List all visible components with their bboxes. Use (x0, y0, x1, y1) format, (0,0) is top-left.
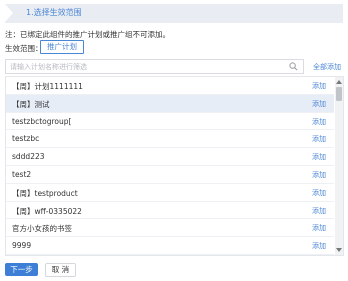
add-link[interactable]: 添加 (312, 188, 326, 198)
step-title: 1.选择生效范围 (26, 8, 82, 17)
add-link[interactable]: 添加 (312, 99, 326, 109)
step-header: 1.选择生效范围 (5, 4, 343, 23)
list-item-name: 9999 (12, 241, 32, 251)
list-item-name: test2 (12, 170, 32, 179)
list-item: 【周】计划1111111 添加 (6, 77, 334, 95)
list-item: test2 添加 (6, 166, 334, 184)
add-link[interactable]: 添加 (312, 152, 326, 162)
scroll-down-icon[interactable] (336, 248, 342, 252)
scope-tag[interactable]: 推广计划 (40, 40, 84, 54)
list-scrollbar[interactable] (335, 77, 343, 255)
list-item-name: 【周】测试 (12, 99, 50, 109)
scope-label: 生效范围： (5, 44, 43, 53)
list-item-name: testzbc (12, 134, 40, 144)
list-item-name: 官方小女孩的书签 (12, 224, 72, 234)
scrollbar-thumb[interactable] (336, 87, 342, 101)
note-text: 注：已绑定此组件的推广计划或推广组不可添加。 (5, 30, 170, 39)
add-link[interactable]: 添加 (312, 170, 326, 180)
list-item: testzbc 添加 (6, 130, 334, 149)
scroll-up-icon[interactable] (336, 80, 342, 84)
list-item: 【周】测试 添加 (6, 94, 334, 113)
list-item-name: 【周】计划1111111 (12, 82, 83, 91)
search-icon[interactable] (289, 62, 298, 71)
list-item: 【周】testproduct 添加 (6, 184, 334, 202)
list-item: sddd223 添加 (6, 148, 334, 166)
cancel-button[interactable]: 取 消 (45, 263, 76, 277)
add-link[interactable]: 添加 (312, 81, 326, 91)
step-chevron-icon (5, 4, 13, 22)
add-link[interactable]: 添加 (312, 241, 326, 251)
search-placeholder: 请输入计划名称进行筛选 (10, 63, 87, 71)
next-button[interactable]: 下一步 (5, 263, 38, 276)
list-item: 【周】wff-0335022 添加 (6, 202, 334, 220)
list-item-name: testzbctogroup[ (12, 116, 72, 126)
search-input[interactable]: 请输入计划名称进行筛选 (5, 59, 304, 74)
add-link[interactable]: 添加 (312, 206, 326, 216)
list-item-name: 【周】wff-0335022 (12, 206, 82, 216)
list-item: 9999 添加 (6, 237, 334, 255)
add-all-link[interactable]: 全部添加 (313, 62, 341, 72)
list-item-name: 【周】testproduct (12, 188, 78, 198)
list-item: 官方小女孩的书签 添加 (6, 219, 334, 238)
add-link[interactable]: 添加 (312, 134, 326, 144)
add-link[interactable]: 添加 (312, 117, 326, 127)
add-link[interactable]: 添加 (312, 223, 326, 233)
list-item: testzbctogroup[ 添加 (6, 113, 334, 131)
list-item-name: sddd223 (12, 152, 45, 162)
plan-list: 【周】计划1111111 添加 【周】测试 添加 testzbctogroup[… (5, 76, 344, 256)
